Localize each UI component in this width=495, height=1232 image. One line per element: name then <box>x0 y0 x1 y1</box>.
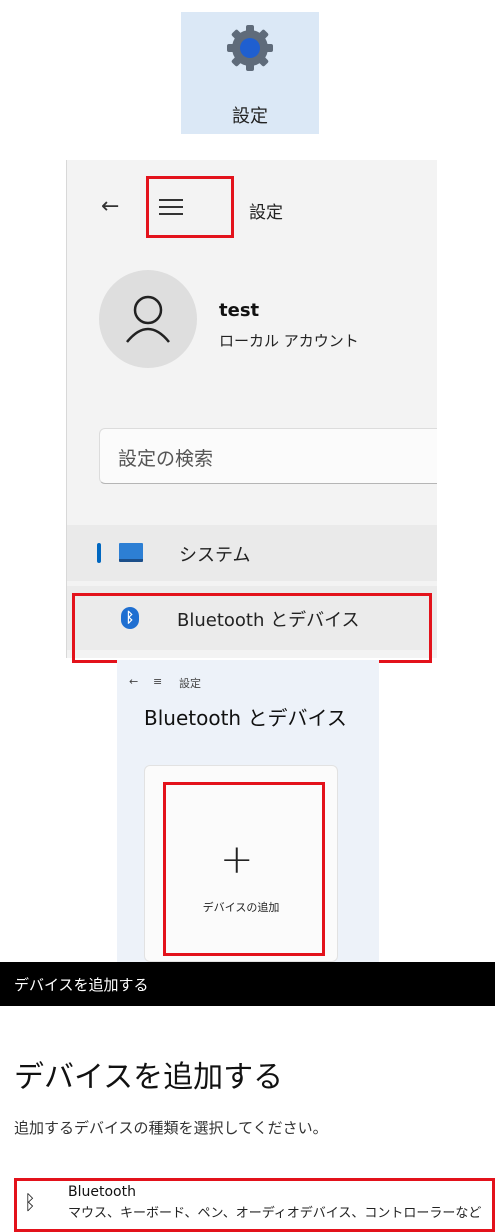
dialog-titlebar: デバイスを追加する <box>0 962 495 1006</box>
dialog-titlebar-text: デバイスを追加する <box>14 976 149 994</box>
settings-window: ← 設定 test ローカル アカウント 設定の検索 システム ᛒ Blueto… <box>66 160 437 658</box>
selection-indicator <box>97 543 101 563</box>
user-name: test <box>219 300 260 321</box>
search-input[interactable]: 設定の検索 <box>99 428 437 484</box>
dialog-heading: デバイスを追加する <box>14 1060 284 1095</box>
back-arrow-icon[interactable]: ← <box>129 675 138 688</box>
settings-app-tile[interactable]: 設定 <box>181 12 319 134</box>
account-type: ローカル アカウント <box>219 332 359 350</box>
page-title: Bluetooth とデバイス <box>144 706 347 730</box>
window-title: 設定 <box>179 677 201 690</box>
hamburger-menu-icon[interactable]: ≡ <box>153 675 162 688</box>
gear-icon <box>227 25 273 71</box>
avatar[interactable] <box>99 270 197 368</box>
back-arrow-icon[interactable]: ← <box>101 194 119 219</box>
search-placeholder: 設定の検索 <box>118 448 214 470</box>
settings-app-label: 設定 <box>232 106 268 127</box>
menu-highlight-box <box>146 176 234 238</box>
window-title: 設定 <box>249 203 283 223</box>
bluetooth-highlight-box <box>72 593 432 663</box>
system-display-icon <box>119 543 143 562</box>
add-device-highlight-box <box>163 782 325 956</box>
user-icon <box>126 295 170 343</box>
bluetooth-option-highlight-box <box>14 1178 495 1232</box>
dialog-description: 追加するデバイスの種類を選択してください。 <box>14 1119 328 1137</box>
sidebar-item-system[interactable]: システム <box>67 525 437 581</box>
sidebar-item-label: システム <box>179 545 251 566</box>
